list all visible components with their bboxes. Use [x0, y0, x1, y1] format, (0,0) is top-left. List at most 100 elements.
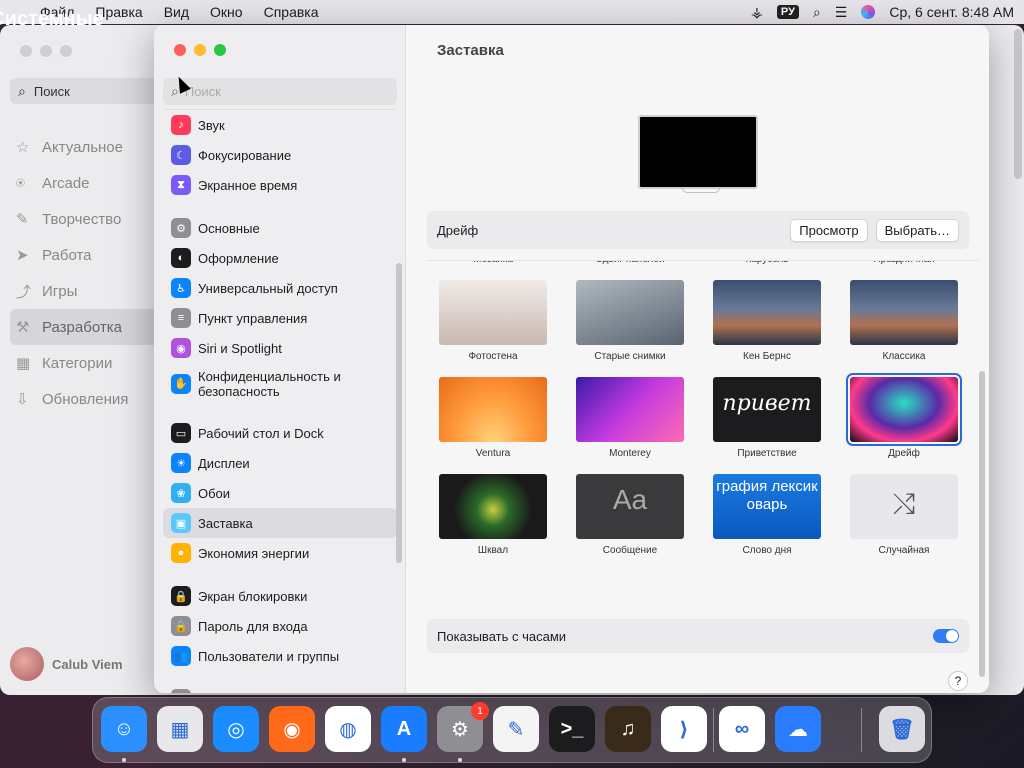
sidebar-search-placeholder: Поиск [184, 84, 221, 99]
screensaver-tile[interactable]: Старые снимки [576, 280, 684, 362]
finder-icon[interactable]: ☺ [101, 706, 147, 752]
screensaver-thumbnail: ⤭ [850, 474, 958, 539]
sidebar-item[interactable]: ⧗ Экранное время [163, 170, 397, 200]
sidebar-item[interactable]: ♿ Универсальный доступ [163, 273, 397, 303]
show-clock-row: Показывать с часами [427, 619, 969, 653]
sidebar-search[interactable]: ⌕ Поиск [163, 78, 397, 105]
screensaver-tile[interactable]: Дрейф [846, 373, 962, 459]
sidebar-item[interactable]: ✋ Конфиденциальность и безопасность [163, 363, 397, 405]
terminal-icon[interactable]: >_ [549, 706, 595, 752]
sidebar-item-label: Заставка [198, 515, 253, 531]
bg-minimize-button[interactable] [40, 45, 52, 57]
screensaver-thumbnail [439, 474, 547, 539]
sidebar-item[interactable]: ◉ Siri и Spotlight [163, 333, 397, 363]
sidebar-item[interactable]: ≡ Пункт управления [163, 303, 397, 333]
textedit-icon[interactable]: ✎ [493, 706, 539, 752]
bg-zoom-button[interactable] [60, 45, 72, 57]
siri-icon[interactable] [861, 5, 876, 19]
bg-nav-item[interactable]: ⇩ Обновления [10, 381, 160, 417]
download-icon: ⇩ [16, 391, 29, 408]
network-icon[interactable]: ⚶ [751, 4, 763, 21]
screensaver-tile[interactable]: Ventura [439, 377, 547, 459]
chrome-icon[interactable]: ◍ [325, 706, 371, 752]
main-scrollbar[interactable] [979, 371, 985, 677]
bg-nav-item[interactable]: ⤴ Игры [10, 273, 160, 309]
trash-icon[interactable]: 🗑 [879, 706, 925, 752]
sidebar-item-icon: ♪ [171, 115, 191, 135]
sidebar-item[interactable]: ❀ Обои [163, 478, 397, 508]
screensaver-thumbnail [576, 280, 684, 345]
sidebar-item[interactable]: 🔒 Экран блокировки [163, 581, 397, 611]
sidebar-item-label: Универсальный доступ [198, 280, 338, 296]
garageband-icon[interactable]: ♫ [605, 706, 651, 752]
show-clock-toggle[interactable] [933, 629, 959, 643]
sidebar-item-icon: ☀ [171, 453, 191, 473]
sidebar-item[interactable]: ● Экономия энергии [163, 538, 397, 568]
bg-nav-item[interactable]: ➤ Работа [10, 237, 160, 273]
choose-button[interactable]: Выбрать… [875, 218, 959, 242]
vscode-icon[interactable]: ⟩ [661, 706, 707, 752]
bg-close-button[interactable] [20, 45, 32, 57]
sidebar-item[interactable]: ♪ Звук [163, 110, 397, 140]
screensaver-thumb-text: графия лексик оварь [716, 478, 818, 513]
screensaver-tile[interactable]: Кен Бернс [713, 280, 821, 362]
control-center-icon[interactable]: ☰ [835, 4, 848, 21]
system-settings-icon[interactable]: ⚙ 1 [437, 702, 489, 752]
input-source[interactable]: РУ [776, 5, 799, 19]
grid-icon: ▦ [16, 355, 31, 372]
bg-nav-item[interactable]: ✎ Творчество [10, 201, 160, 237]
menu-help[interactable]: Справка [264, 4, 319, 20]
screensaver-tile[interactable]: Aa Сообщение [576, 474, 684, 556]
screensaver-tile[interactable]: привет Приветствие [713, 377, 821, 459]
screensaver-tile[interactable]: ⤭ Случайная [850, 474, 958, 556]
firefox-icon[interactable]: ◉ [269, 706, 315, 752]
sidebar-item-label: Экран блокировки [198, 588, 308, 604]
visual-studio-icon[interactable]: ∞ [719, 706, 765, 752]
help-button[interactable]: ? [948, 671, 968, 691]
zoom-button[interactable] [214, 44, 226, 56]
app-store-icon[interactable]: A [381, 706, 427, 752]
sidebar-item[interactable]: ⚿ Пароли [163, 684, 397, 693]
bg-nav-item[interactable]: ⍟ Arcade [10, 165, 160, 201]
screensaver-tile[interactable]: Шквал [439, 474, 547, 556]
preview-button[interactable]: Просмотр [790, 218, 868, 242]
sidebar-item-label: Рабочий стол и Dock [198, 425, 324, 441]
screensaver-tile[interactable]: Фотостена [439, 280, 547, 362]
screensaver-tile[interactable]: графия лексик оварь Слово дня [713, 474, 821, 556]
sidebar-item[interactable]: ▣ Заставка [163, 508, 397, 538]
bg-nav-item[interactable]: ⚒ Разработка [10, 309, 160, 345]
close-button[interactable] [174, 44, 186, 56]
bg-user[interactable]: Calub Viem [10, 647, 123, 681]
sidebar-item[interactable]: ▭ Рабочий стол и Dock [163, 418, 397, 448]
screensaver-tile[interactable]: Monterey [576, 377, 684, 459]
launchpad-icon[interactable]: ▦ [157, 706, 203, 752]
screensaver-tile[interactable]: Классика [850, 280, 958, 362]
spotlight-icon[interactable]: ⌕ [813, 4, 821, 21]
menu-view[interactable]: Вид [164, 4, 189, 20]
screensaver-label: Старые снимки [594, 351, 666, 362]
screensaver-tile[interactable]: Мозаика [439, 261, 547, 265]
menu-window[interactable]: Окно [210, 4, 243, 20]
sidebar-item[interactable]: ☀ Дисплеи [163, 448, 397, 478]
weather-icon[interactable]: ☁ [775, 706, 821, 752]
sidebar-item[interactable]: ◐ Оформление [163, 243, 397, 273]
sidebar-item[interactable]: 🔒 Пароль для входа [163, 611, 397, 641]
sidebar-item[interactable]: 👥 Пользователи и группы [163, 641, 397, 671]
bg-scrollbar[interactable] [1014, 29, 1022, 179]
sidebar-item[interactable]: ☾ Фокусирование [163, 140, 397, 170]
screensaver-tile[interactable]: Карусель [713, 261, 821, 265]
safari-icon[interactable]: ◎ [213, 706, 259, 752]
sidebar-item[interactable]: ⚙ Основные [163, 213, 397, 243]
screensaver-tile[interactable]: Сдвиг панелей [576, 261, 684, 265]
minimize-button[interactable] [194, 44, 206, 56]
bg-search-field[interactable]: ⌕ Поиск [10, 78, 160, 104]
sidebar-item-label: Основные [198, 220, 260, 236]
sidebar-scrollbar[interactable] [396, 263, 402, 563]
window-controls [174, 44, 226, 56]
bg-nav-item[interactable]: ▦ Категории [10, 345, 160, 381]
sidebar-item-icon: ✋ [171, 374, 191, 394]
menu-clock[interactable]: Ср, 6 сент. 8:48 AM [889, 4, 1014, 20]
screensaver-tile[interactable]: Праздничная [850, 261, 958, 265]
screensaver-label: Классика [882, 351, 926, 362]
bg-nav-item[interactable]: ☆ Актуальное [10, 129, 160, 165]
